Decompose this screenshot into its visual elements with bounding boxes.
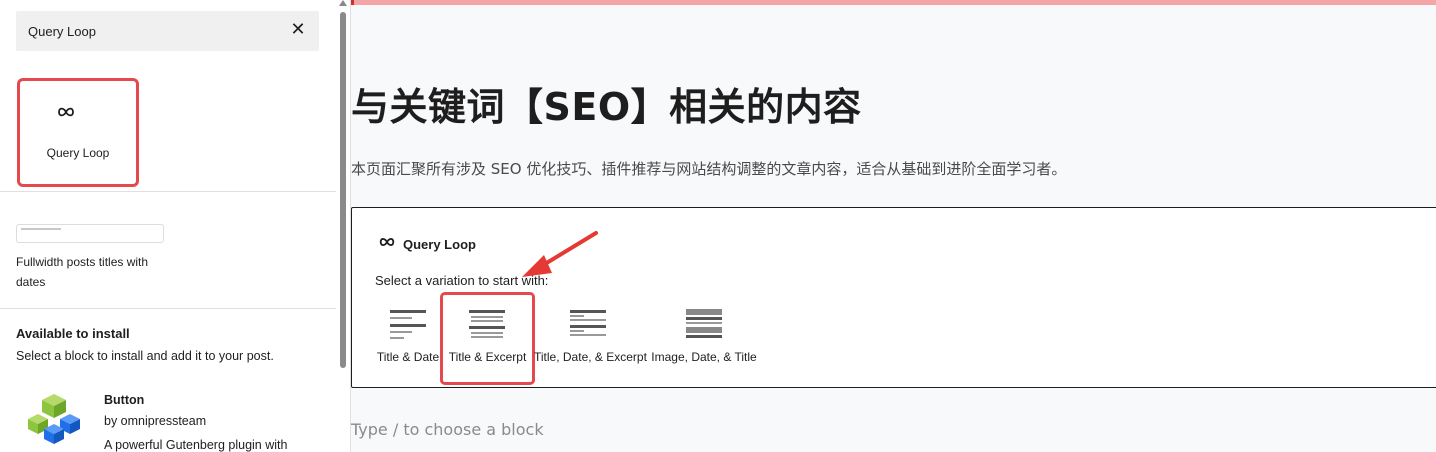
variation-image-date-title[interactable]: Image, Date, & Title [650,300,758,374]
pattern-label: Fullwidth posts titles with dates [16,255,149,289]
placeholder-instruction: Select a variation to start with: [375,273,549,288]
placeholder-title: Query Loop [403,237,476,252]
block-result-label: Query Loop [46,146,110,160]
scrollbar-thumb[interactable] [340,12,346,368]
variation-label: Title, Date, & Excerpt [534,350,647,364]
pattern-preview[interactable] [16,224,164,243]
pattern-preview-line [21,228,61,230]
divider [0,191,336,192]
variation-title-date[interactable]: Title & Date [374,300,442,374]
available-subtitle: Select a block to install and add it to … [16,349,274,363]
plugin-description: A powerful Gutenberg plugin with [104,438,288,452]
divider [0,308,336,309]
variation-label: Title & Date [376,350,440,364]
loop-icon [58,107,74,117]
scroll-up-icon[interactable] [339,0,347,6]
editor-canvas: 与关键词【SEO】相关的内容 本页面汇聚所有涉及 SEO 优化技巧、插件推荐与网… [350,0,1436,452]
title-date-excerpt-layout-icon [570,310,606,336]
query-loop-placeholder: Query Loop Select a variation to start w… [351,207,1436,388]
block-appender[interactable]: Type / to choose a block [351,420,544,439]
inserter-scrollbar[interactable] [336,0,350,452]
image-date-title-layout-icon [686,309,722,338]
available-title: Available to install [16,326,130,341]
title-excerpt-layout-icon [469,310,505,338]
variation-label: Image, Date, & Title [651,350,757,364]
title-date-layout-icon [390,310,426,339]
plugin-author: by omnipressteam [104,414,207,428]
search-value: Query Loop [28,24,96,39]
page-title[interactable]: 与关键词【SEO】相关的内容 [351,76,862,131]
variation-title-excerpt[interactable]: Title & Excerpt [440,292,535,385]
top-notice-bar [351,0,1436,5]
page-description[interactable]: 本页面汇聚所有涉及 SEO 优化技巧、插件推荐与网站结构调整的文章内容，适合从基… [351,158,1066,179]
variation-title-date-excerpt[interactable]: Title, Date, & Excerpt [534,300,647,374]
block-inserter-panel: Query Loop ✕ Query Loop Fullwidth posts … [0,0,336,452]
plugin-item-button[interactable]: Button by omnipressteam A powerful Guten… [16,384,336,452]
block-search-input[interactable]: Query Loop ✕ [16,11,319,51]
plugin-cubes-icon [28,394,80,444]
loop-icon [379,238,395,246]
close-icon[interactable]: ✕ [289,20,307,38]
query-loop-block-result[interactable]: Query Loop [17,78,139,187]
plugin-name: Button [104,393,145,407]
variation-label: Title & Excerpt [448,350,527,364]
